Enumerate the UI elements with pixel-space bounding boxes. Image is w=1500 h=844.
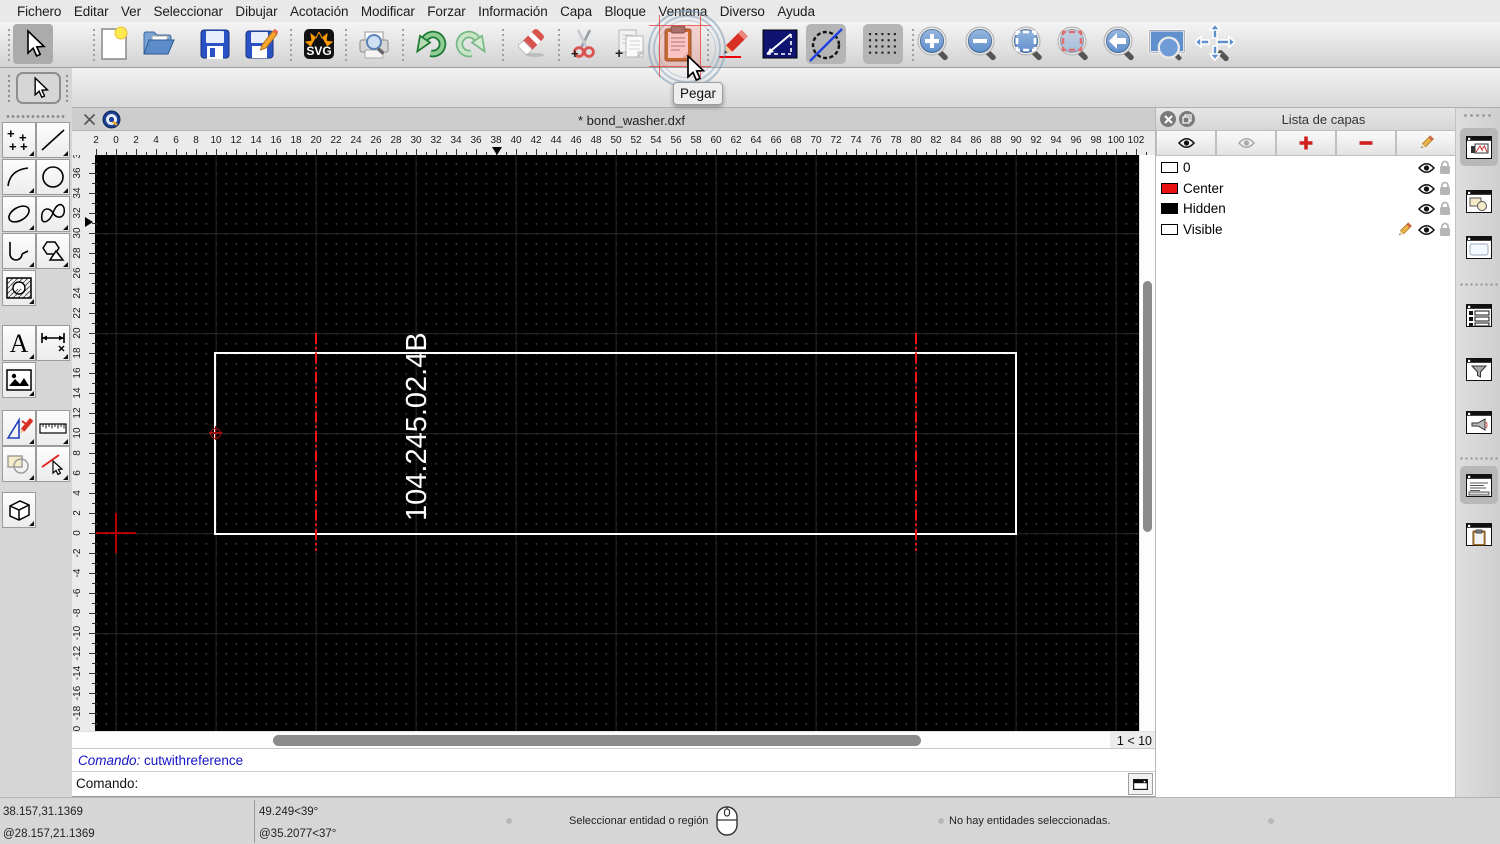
svg-text:+: + [20, 139, 28, 153]
svg-text:SVG: SVG [306, 44, 331, 58]
svg-text:+: + [615, 45, 623, 61]
svg-text:A: A [10, 329, 29, 357]
svg-text:+: + [571, 46, 579, 61]
svg-text:+: + [9, 139, 17, 153]
